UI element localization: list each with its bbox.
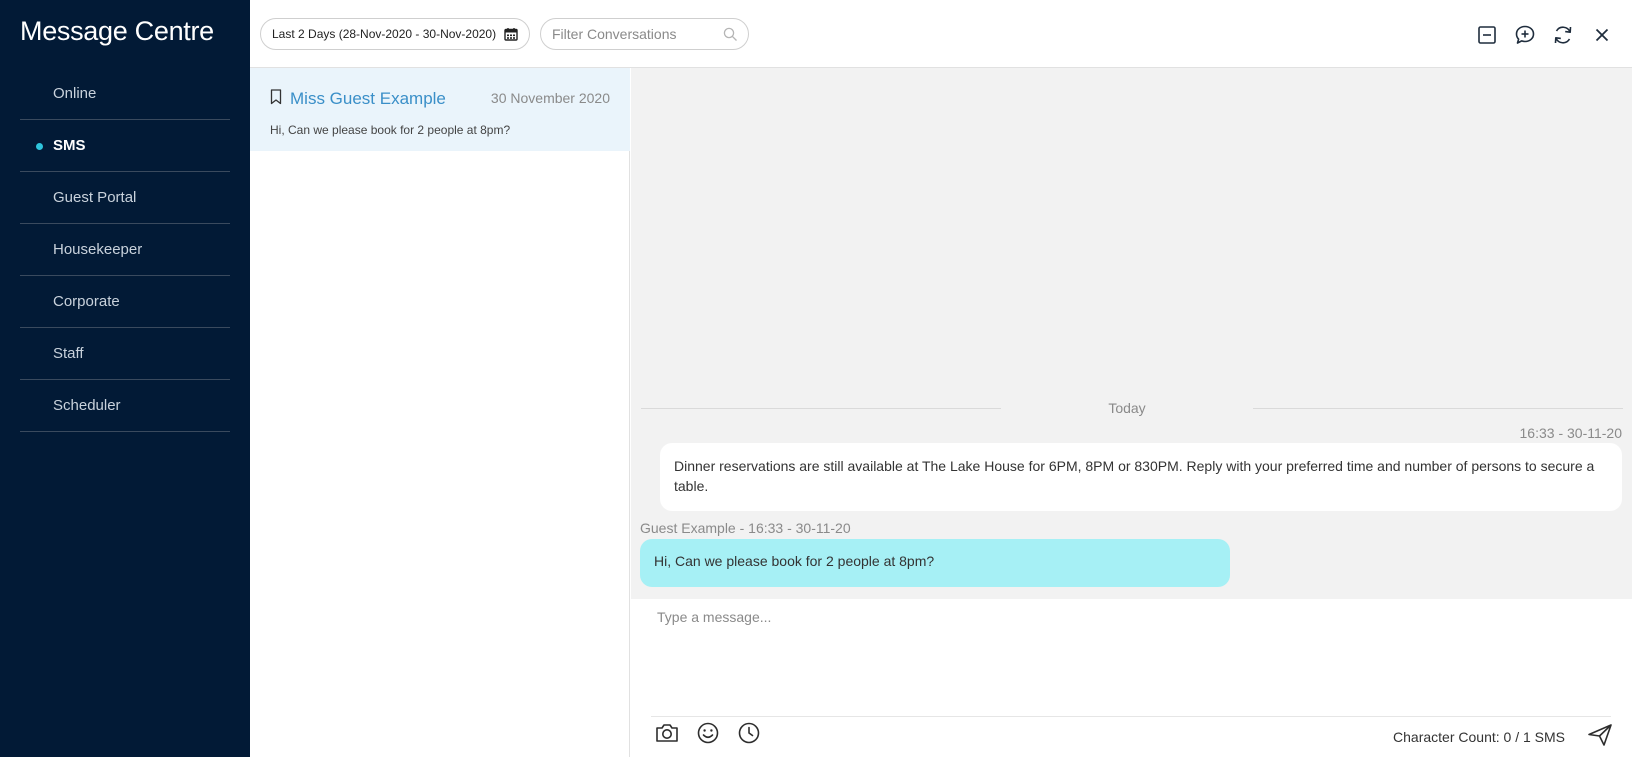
incoming-message-meta: Guest Example - 16:33 - 30-11-20 xyxy=(640,520,851,536)
close-icon[interactable] xyxy=(1591,24,1613,46)
sidebar-item-housekeeper[interactable]: Housekeeper xyxy=(20,224,230,276)
outgoing-message-bubble: Dinner reservations are still available … xyxy=(660,443,1622,511)
minimize-icon[interactable] xyxy=(1476,24,1498,46)
day-divider-line xyxy=(641,408,1001,409)
send-icon[interactable] xyxy=(1586,721,1614,749)
clock-icon[interactable] xyxy=(736,720,762,746)
refresh-icon[interactable] xyxy=(1552,24,1574,46)
sidebar-item-guest-portal[interactable]: Guest Portal xyxy=(20,172,230,224)
sidebar-item-sms[interactable]: SMS xyxy=(20,120,230,172)
sidebar-item-online[interactable]: Online xyxy=(20,68,230,120)
new-message-icon[interactable] xyxy=(1514,24,1536,46)
top-toolbar: Last 2 Days (28-Nov-2020 - 30-Nov-2020) xyxy=(250,0,1632,68)
message-input[interactable] xyxy=(657,609,1607,699)
date-range-label: Last 2 Days (28-Nov-2020 - 30-Nov-2020) xyxy=(272,27,497,41)
emoji-icon[interactable] xyxy=(695,720,721,746)
conversation-preview: Hi, Can we please book for 2 people at 8… xyxy=(270,123,511,137)
sidebar: Message Centre Online SMS Guest Portal H… xyxy=(0,0,250,757)
day-divider-label: Today xyxy=(1108,400,1146,416)
sidebar-item-corporate[interactable]: Corporate xyxy=(20,276,230,328)
outgoing-message-timestamp: 16:33 - 30-11-20 xyxy=(1519,425,1622,441)
message-composer: Character Count: 0 / 1 SMS xyxy=(631,599,1632,757)
sidebar-item-label: Scheduler xyxy=(53,397,121,414)
calendar-icon xyxy=(504,28,518,41)
conversation-date: 30 November 2020 xyxy=(490,90,610,106)
search-icon[interactable] xyxy=(723,27,738,42)
incoming-message-bubble: Hi, Can we please book for 2 people at 8… xyxy=(640,539,1230,587)
character-count: Character Count: 0 / 1 SMS xyxy=(1393,729,1565,745)
filter-conversations-input[interactable] xyxy=(552,19,722,49)
message-thread: Today 16:33 - 30-11-20 Dinner reservatio… xyxy=(631,68,1632,599)
sidebar-item-scheduler[interactable]: Scheduler xyxy=(20,380,230,432)
conversation-item[interactable]: Miss Guest Example 30 November 2020 Hi, … xyxy=(250,68,630,151)
sidebar-item-label: Housekeeper xyxy=(53,241,143,258)
bookmark-icon[interactable] xyxy=(270,89,282,105)
sidebar-nav: Online SMS Guest Portal Housekeeper Corp… xyxy=(20,68,230,432)
active-indicator-dot xyxy=(36,143,43,150)
sidebar-item-label: Online xyxy=(53,85,97,102)
conversation-name: Miss Guest Example xyxy=(290,89,446,108)
app-title: Message Centre xyxy=(20,16,214,46)
sidebar-item-label: SMS xyxy=(53,137,86,154)
day-divider-line xyxy=(1253,408,1623,409)
sidebar-item-staff[interactable]: Staff xyxy=(20,328,230,380)
composer-divider xyxy=(651,716,1611,717)
filter-conversations xyxy=(540,18,749,50)
sidebar-item-label: Staff xyxy=(53,345,84,362)
date-range-picker[interactable]: Last 2 Days (28-Nov-2020 - 30-Nov-2020) xyxy=(260,18,530,50)
camera-icon[interactable] xyxy=(654,720,680,746)
sidebar-item-label: Corporate xyxy=(53,293,120,310)
sidebar-item-label: Guest Portal xyxy=(53,189,137,206)
conversation-list: Miss Guest Example 30 November 2020 Hi, … xyxy=(250,68,630,757)
